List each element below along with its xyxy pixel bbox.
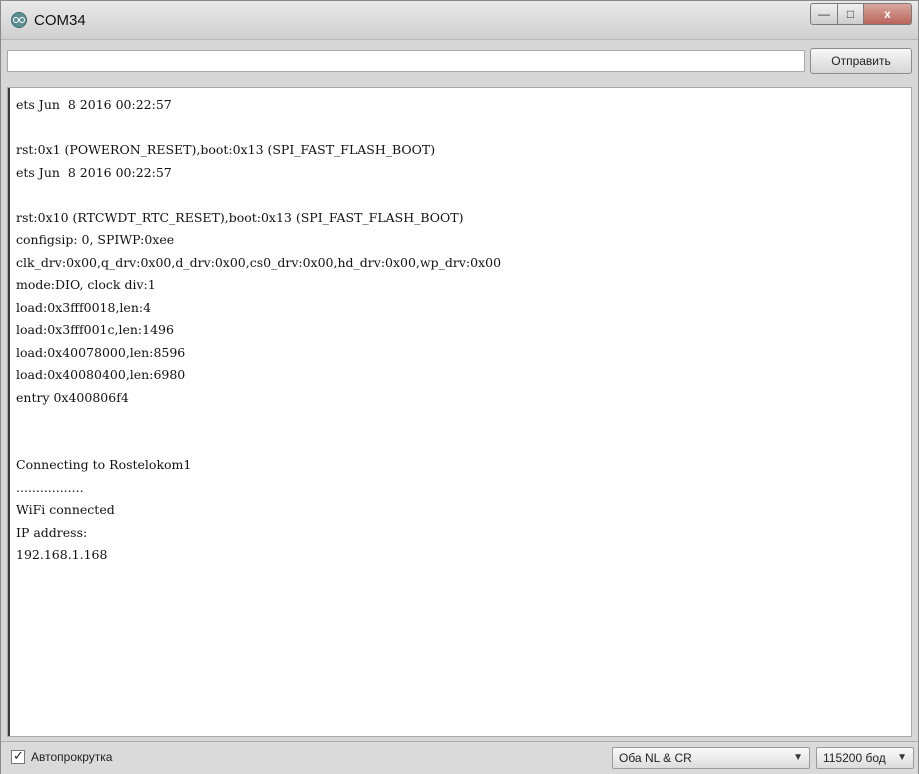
chevron-down-icon: ▼ (793, 752, 803, 763)
maximize-button[interactable]: □ (838, 3, 864, 25)
console-line: load:0x3fff001c,len:1496 (16, 322, 174, 337)
arduino-logo-icon (11, 12, 27, 28)
send-button[interactable]: Отправить (810, 48, 912, 74)
minimize-button[interactable]: — (810, 3, 838, 25)
footer-bar: Автопрокрутка Оба NL & CR ▼ 115200 бод ▼ (1, 741, 918, 774)
serial-monitor-window: COM34 — □ x Отправить ets Jun 8 2016 00:… (0, 0, 919, 774)
autoscroll-checkbox[interactable] (11, 748, 25, 764)
console-line: Connecting to Rostelokom1 (16, 457, 192, 472)
close-button[interactable]: x (864, 3, 912, 25)
console-line: WiFi connected (16, 502, 115, 517)
console-line: rst:0x1 (POWERON_RESET),boot:0x13 (SPI_F… (16, 142, 436, 157)
console-text: ets Jun 8 2016 00:22:57 rst:0x1 (POWERON_… (16, 94, 907, 567)
console-line: IP address: (16, 524, 88, 540)
baud-rate-select[interactable]: 115200 бод ▼ (816, 747, 914, 769)
console-line: mode:DIO, clock div:1 (16, 277, 156, 292)
console-line: 192.168.1.168 (16, 547, 108, 562)
line-ending-select[interactable]: Оба NL & CR ▼ (612, 747, 810, 769)
window-controls: — □ x (810, 3, 912, 27)
console-line: ................. (16, 479, 84, 495)
chevron-down-icon: ▼ (897, 752, 907, 763)
autoscroll-label: Автопрокрутка (31, 750, 113, 764)
window-title: COM34 (34, 12, 86, 29)
send-bar: Отправить (1, 46, 918, 80)
line-ending-value: Оба NL & CR (619, 751, 692, 765)
title-bar: COM34 — □ x (1, 1, 918, 40)
console-line: clk_drv:0x00,q_drv:0x00,d_drv:0x00,cs0_d… (16, 254, 502, 270)
console-line: entry 0x400806f4 (16, 389, 129, 405)
console-line: load:0x40080400,len:6980 (16, 367, 186, 382)
autoscroll-toggle[interactable]: Автопрокрутка (11, 748, 113, 764)
console-line: rst:0x10 (RTCWDT_RTC_RESET),boot:0x13 (S… (16, 209, 464, 225)
console-line: load:0x3fff0018,len:4 (16, 299, 152, 315)
console-line: configsip: 0, SPIWP:0xee (16, 232, 175, 247)
send-input[interactable] (7, 50, 805, 72)
baud-rate-value: 115200 бод (823, 751, 886, 765)
console-line: load:0x40078000,len:8596 (16, 344, 186, 360)
console-line: ets Jun 8 2016 00:22:57 (16, 164, 172, 180)
console-line: ets Jun 8 2016 00:22:57 (16, 97, 172, 112)
serial-output[interactable]: ets Jun 8 2016 00:22:57 rst:0x1 (POWERON_… (7, 87, 912, 737)
